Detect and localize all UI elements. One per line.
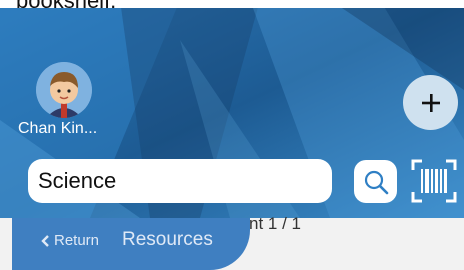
plus-icon [421, 93, 440, 112]
barcode-scan-icon [411, 159, 457, 203]
result-count: nt 1 / 1 [249, 214, 301, 233]
header-top-text: bookshelf. [16, 0, 117, 13]
search-button[interactable] [354, 160, 397, 203]
page-title: Resources [122, 229, 213, 250]
add-button[interactable] [403, 75, 458, 130]
chevron-left-icon [41, 234, 49, 247]
search-icon [364, 170, 388, 194]
return-button[interactable]: Return [40, 232, 99, 249]
search-field[interactable] [28, 159, 332, 203]
avatar-boy-icon[interactable] [36, 62, 92, 118]
search-input[interactable] [36, 167, 325, 195]
barcode-scan-button[interactable] [410, 158, 458, 204]
avatar-illustration [36, 62, 92, 118]
return-label: Return [54, 232, 100, 249]
user-name: Chan Kin... [18, 120, 98, 137]
